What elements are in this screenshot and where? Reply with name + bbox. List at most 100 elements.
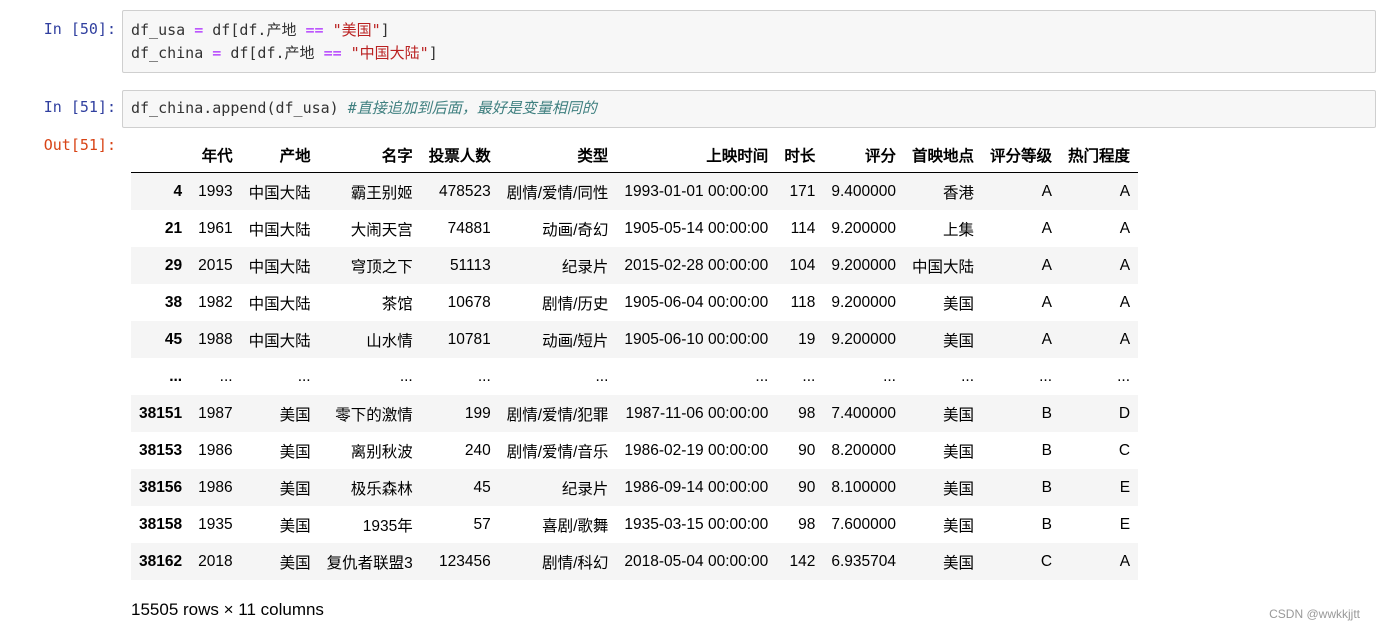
table-header-row: 年代 产地 名字 投票人数 类型 上映时间 时长 评分 首映地点 评分等级 热门程度 [131,138,1139,173]
row-index: 4 [173,182,183,200]
code-line: df_usa = df[df.产地 == "美国"] [131,19,1367,42]
table-cell: 1935 [198,515,233,533]
table-cell: 美国 [942,480,974,498]
table-cell: 1961 [198,219,233,237]
table-cell: ... [477,367,491,385]
table-cell: 剧情/爱情/同性 [506,184,609,202]
table-cell: 74881 [447,219,491,237]
code-editor-50[interactable]: df_usa = df[df.产地 == "美国"] df_china = df[… [123,11,1375,65]
table-cell: 美国 [279,517,311,535]
table-cell: 19 [798,330,816,348]
row-index: 38 [164,293,183,311]
table-row: .................................... [131,358,1139,395]
table-cell: 9.200000 [831,256,896,274]
table-cell: 90 [798,478,816,496]
table-row: 38153 1986 美国 离别秋波 240 剧情/爱情/音乐 1986-02-19 00:… [131,432,1139,469]
column-header: 评分等级 [982,138,1061,173]
table-cell: 1988 [198,330,233,348]
table-cell: 1986 [198,478,233,496]
table-cell: 90 [798,441,816,459]
code-token: df[df.产地 [221,44,324,62]
column-header: 评分 [823,138,904,173]
table-cell: A [1119,182,1131,200]
table-cell: 上集 [942,221,974,239]
table-cell: 中国大陆 [911,258,974,276]
table-cell: ... [883,367,896,385]
table-cell: 美国 [942,517,974,535]
table-cell: 美国 [942,332,974,350]
table-cell: 中国大陆 [248,258,311,276]
table-cell: 美国 [279,554,311,572]
table-cell: 零下的激情 [335,406,413,424]
table-cell: 6.935704 [831,552,896,570]
table-cell: 9.200000 [831,219,896,237]
table-cell: 1905-06-04 00:00:00 [624,293,769,311]
column-header: 投票人数 [420,138,499,173]
table-cell: 中国大陆 [248,221,311,239]
row-index: 21 [164,219,183,237]
table-cell: 1935-03-15 00:00:00 [624,515,769,533]
row-index: 38158 [139,515,183,533]
table-cell: 剧情/历史 [542,295,609,313]
table-cell: 美国 [942,443,974,461]
table-cell: 1982 [198,293,233,311]
table-cell: A [1119,552,1131,570]
table-cell: B [1041,515,1053,533]
code-cell-51[interactable]: df_china.append(df_usa) #直接追加到后面，最好是变量相同… [122,90,1376,128]
table-cell: ... [595,367,609,385]
table-cell: B [1041,404,1053,422]
column-header: 热门程度 [1060,138,1139,173]
column-header: 类型 [498,138,617,173]
table-cell: 45 [473,478,491,496]
table-cell: 98 [798,404,816,422]
column-header: 时长 [776,138,824,173]
table-cell: 美国 [942,406,974,424]
table-cell: 51113 [449,256,491,274]
table-cell: 478523 [439,182,491,200]
table-cell: A [1119,256,1131,274]
table-cell: 9.200000 [831,330,896,348]
table-cell: 1935年 [362,517,413,535]
table-cell: 山水情 [366,332,413,350]
table-cell: 7.600000 [831,515,896,533]
table-cell: 美国 [942,554,974,572]
table-cell: 10781 [447,330,491,348]
code-cell-50[interactable]: df_usa = df[df.产地 == "美国"] df_china = df[… [122,10,1376,73]
row-index: 38151 [139,404,183,422]
table-cell: 动画/奇幻 [542,221,609,239]
table-cell: A [1041,219,1053,237]
table-cell: ... [297,367,311,385]
table-row: 4 1993 中国大陆 霸王别姬 478523 剧情/爱情/同性 1993-01-01 00… [131,172,1139,210]
table-row: 38162 2018 美国 复仇者联盟3 123456 剧情/科幻 2018-05-04 0… [131,543,1139,580]
table-cell: 2015 [198,256,233,274]
table-cell: 171 [789,182,816,200]
code-editor-51[interactable]: df_china.append(df_usa) #直接追加到后面，最好是变量相同… [123,91,1375,120]
row-index: 29 [164,256,183,274]
table-cell: ... [219,367,233,385]
dataframe-table: 年代 产地 名字 投票人数 类型 上映时间 时长 评分 首映地点 评分等级 热门程度 4 1993 中国… [131,138,1139,580]
row-index: 38156 [139,478,183,496]
table-cell: 2018-05-04 00:00:00 [624,552,769,570]
table-cell: 纪录片 [561,480,609,498]
table-cell: ... [399,367,413,385]
input-prompt-51: In [51]: [43,98,116,116]
code-token: ] [428,44,438,62]
table-cell: 199 [464,404,491,422]
table-cell: A [1119,219,1131,237]
table-cell: 美国 [942,295,974,313]
table-cell: 118 [790,293,816,311]
table-cell: D [1118,404,1131,422]
table-row: 38158 1935 美国 1935年 57 喜剧/歌舞 1935-03-15 00:00:… [131,506,1139,543]
table-cell: 美国 [279,406,311,424]
table-cell: 9.200000 [831,293,896,311]
table-cell: 1993 [198,182,233,200]
table-cell: A [1041,256,1053,274]
code-string: "美国" [332,21,381,39]
table-cell: B [1041,478,1053,496]
table-cell: 2018 [198,552,233,570]
table-cell: 8.100000 [831,478,896,496]
code-operator: = [212,44,222,62]
table-cell: 1986-09-14 00:00:00 [624,478,769,496]
